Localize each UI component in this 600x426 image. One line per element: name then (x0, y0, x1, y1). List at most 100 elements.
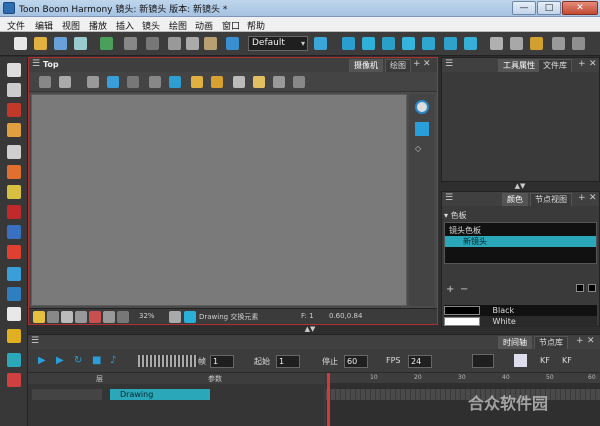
paint-tool-icon[interactable] (7, 205, 21, 219)
sound-icon[interactable]: ♪ (110, 355, 121, 366)
remove-colour-icon[interactable]: − (460, 284, 468, 295)
keyframe-button[interactable]: KF (540, 356, 550, 365)
menu-edit[interactable]: 编辑 (35, 19, 53, 32)
timeline-frames[interactable]: 10 20 30 40 50 60 (326, 373, 600, 426)
loop-icon[interactable]: ↻ (74, 355, 85, 366)
menu-drawing[interactable]: 绘图 (169, 19, 187, 32)
eye-icon[interactable] (415, 100, 429, 114)
camera-viewport[interactable] (31, 94, 407, 306)
grab-tool-icon[interactable] (7, 307, 21, 321)
text-tool-icon[interactable] (7, 145, 21, 159)
right-splitter-handle[interactable]: ▲▼ (500, 182, 540, 190)
inverse-kinematics-icon[interactable] (464, 37, 477, 50)
import-icon[interactable] (100, 37, 113, 50)
open-folder-icon[interactable] (34, 37, 47, 50)
pan-icon[interactable] (103, 311, 115, 323)
save-icon[interactable] (54, 37, 67, 50)
palette-group[interactable]: 镜头色板 (449, 225, 481, 236)
play-selection-icon[interactable]: ▶ (56, 355, 67, 366)
monitor-icon[interactable] (75, 311, 87, 323)
tab-camera[interactable]: 摄像机 (349, 59, 383, 72)
select-tool-icon[interactable] (7, 63, 21, 77)
layer-stack-icon[interactable] (47, 311, 59, 323)
lock-icon[interactable] (191, 76, 203, 88)
colour-swatch-row[interactable]: Black (444, 305, 597, 316)
vertical-splitter-handle[interactable]: ▲▼ (290, 325, 330, 333)
scale-icon[interactable] (382, 37, 395, 50)
current-colour-chip[interactable] (576, 284, 584, 292)
bone-icon[interactable] (444, 37, 457, 50)
light-bulb-icon[interactable] (33, 311, 45, 323)
copy-icon[interactable] (186, 37, 199, 50)
panel-close-icon[interactable]: ✕ (587, 336, 595, 346)
menu-help[interactable]: 帮助 (247, 19, 265, 32)
reset-view-icon[interactable] (117, 311, 129, 323)
save-as-icon[interactable] (74, 37, 87, 50)
layers-icon[interactable] (415, 122, 429, 136)
panel-add-icon[interactable]: + (576, 336, 584, 346)
frame-ruler[interactable]: 10 20 30 40 50 60 (326, 373, 600, 383)
panel-menu-icon[interactable]: ☰ (31, 336, 39, 346)
zoom-tool-icon[interactable] (7, 287, 21, 301)
rotate-icon[interactable] (362, 37, 375, 50)
workspace-manager-icon[interactable] (314, 37, 327, 50)
zoom-level[interactable]: 32% (139, 312, 155, 320)
colour-swatch-row[interactable]: White (444, 316, 597, 327)
deformation-icon[interactable] (530, 37, 543, 50)
minimize-button[interactable]: — (512, 1, 536, 15)
tab-timeline[interactable]: 时间轴 (498, 336, 532, 349)
dropper-tool-icon[interactable] (7, 245, 21, 259)
field-guide-icon[interactable] (127, 76, 139, 88)
brush-tool-icon[interactable] (7, 103, 21, 117)
flip-icon[interactable] (169, 311, 181, 323)
line-style-select[interactable] (472, 354, 494, 368)
add-colour-icon[interactable]: + (446, 284, 454, 295)
current-frame-field[interactable]: 1 (210, 355, 234, 368)
tab-drawing[interactable]: 绘图 (385, 59, 411, 72)
stop-frame-field[interactable]: 60 (344, 355, 368, 368)
transform-tool-icon[interactable] (7, 329, 21, 343)
keyframe-next-button[interactable]: KF (562, 356, 572, 365)
layer-row-drawing[interactable]: Drawing (110, 389, 210, 400)
grid-icon[interactable] (87, 76, 99, 88)
tab-node-library[interactable]: 节点库 (534, 336, 568, 349)
menu-scene[interactable]: 镜头 (142, 19, 160, 32)
tab-library[interactable]: 文件库 (538, 59, 572, 72)
panel-add-icon[interactable]: + (413, 59, 421, 69)
fps-field[interactable]: 24 (408, 355, 432, 368)
menu-play[interactable]: 播放 (89, 19, 107, 32)
start-frame-field[interactable]: 1 (276, 355, 300, 368)
tab-node-view[interactable]: 节点视图 (530, 193, 572, 206)
eraser-tool-icon[interactable] (7, 165, 21, 179)
tab-colour[interactable]: 颜色 (502, 193, 528, 206)
pivot-icon[interactable] (552, 37, 565, 50)
workspace-icon[interactable] (226, 37, 239, 50)
maximize-button[interactable]: □ (537, 1, 561, 15)
menu-view[interactable]: 视图 (62, 19, 80, 32)
reset-icon[interactable] (572, 37, 585, 50)
menu-insert[interactable]: 插入 (116, 19, 134, 32)
redo-icon[interactable] (146, 37, 159, 50)
frame-icon[interactable] (61, 311, 73, 323)
cut-icon[interactable] (168, 37, 181, 50)
stop-icon[interactable]: ■ (92, 355, 103, 366)
render-preview-icon[interactable] (273, 76, 285, 88)
safe-area-icon[interactable] (107, 76, 119, 88)
panel-menu-icon[interactable]: ☰ (445, 59, 453, 69)
camera-tool-icon[interactable] (39, 76, 51, 88)
new-scene-icon[interactable] (14, 37, 27, 50)
bone-tool-icon[interactable] (7, 373, 21, 387)
menu-windows[interactable]: 窗口 (222, 19, 240, 32)
paste-icon[interactable] (204, 37, 217, 50)
close-button[interactable]: ✕ (562, 1, 598, 15)
onion-skin-icon[interactable] (490, 37, 503, 50)
workspace-preset-select[interactable]: Default ▾ (248, 36, 308, 51)
secondary-colour-chip[interactable] (588, 284, 596, 292)
light-icon[interactable] (253, 76, 265, 88)
panel-menu-icon[interactable]: ☰ (445, 193, 453, 203)
motion-path-icon[interactable] (149, 76, 161, 88)
snowflake-icon[interactable] (184, 311, 196, 323)
hand-tool-icon[interactable] (7, 267, 21, 281)
playhead[interactable] (327, 373, 330, 426)
view-mode-icon[interactable]: ◇ (415, 144, 429, 154)
